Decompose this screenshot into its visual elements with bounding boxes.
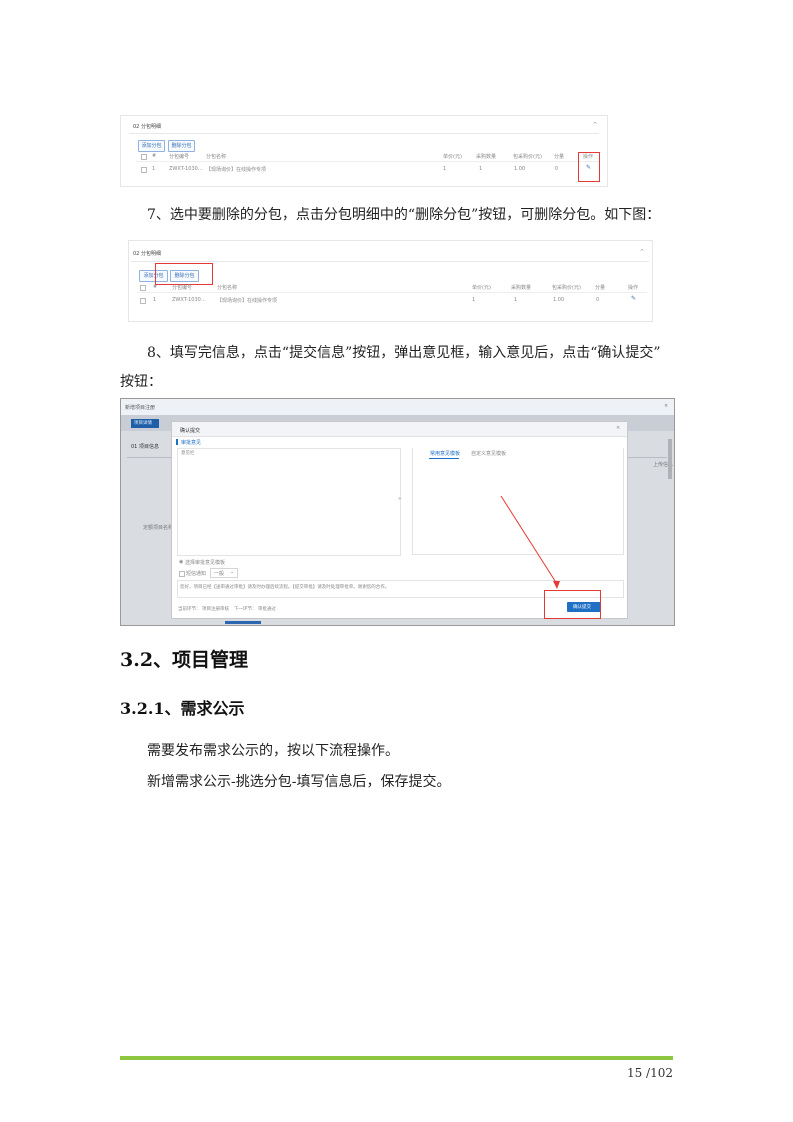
divider	[137, 292, 647, 293]
paragraph-2: 新增需求公示-挑选分包-填写信息后，保存提交。	[147, 774, 451, 790]
table-cell: 1	[152, 166, 156, 172]
column-header: #	[153, 284, 158, 290]
edit-icon[interactable]: ✎	[631, 295, 636, 302]
table-cell: 1	[153, 297, 157, 303]
column-header: 分包编号	[172, 285, 193, 291]
row-checkbox[interactable]	[140, 298, 146, 304]
column-header: 包采购价(元)	[552, 285, 581, 291]
page-number: 15 /102	[626, 1066, 673, 1080]
section-title: 02 分包明细	[133, 124, 161, 130]
table-cell: 1.00	[514, 166, 526, 172]
table-cell: 0	[596, 297, 600, 303]
table-cell: 【现场询价】在线操作专项	[217, 298, 278, 304]
step-8-text-line2: 按钮：	[120, 374, 162, 390]
table-cell: 1	[479, 166, 483, 172]
section-title: 02 分包明细	[133, 251, 161, 257]
column-header: 单价(元)	[472, 285, 491, 291]
highlight-delete	[155, 263, 213, 285]
step-7-text: 7、选中要删除的分包，点击分包明细中的“删除分包”按钮，可删除分包。如下图：	[147, 207, 661, 223]
table-cell: 1	[514, 297, 518, 303]
select-all-checkbox[interactable]	[141, 154, 147, 160]
column-header: 分量	[595, 285, 606, 291]
column-header: 分包名称	[206, 154, 227, 160]
table-cell: ZWXT-1030…	[172, 297, 206, 303]
highlight-confirm	[544, 590, 601, 619]
table-cell: 【现场询价】在线操作专项	[206, 167, 267, 173]
column-header: 单价(元)	[443, 154, 462, 160]
table-cell: 1.00	[553, 297, 565, 303]
select-all-checkbox[interactable]	[140, 285, 146, 291]
table-cell: ZWXT-1030…	[169, 166, 203, 172]
column-header: 包采购价(元)	[513, 154, 542, 160]
screenshot-package-detail-edit: 02 分包明细 ^ 添加分包 删除分包 # 分包编号 分包名称 单价(元) 采购…	[120, 115, 608, 187]
column-header: 采购数量	[511, 285, 532, 291]
column-header: 分包名称	[217, 285, 238, 291]
footer-rule	[120, 1056, 673, 1060]
divider	[136, 161, 599, 162]
add-package-button[interactable]: 添加分包	[138, 140, 165, 152]
screenshot-submit-dialog: 新增项目注册 × 项目详情 01 项目信息 定额项目名称 上传信息 确认提交 ×…	[120, 398, 675, 626]
heading-3-2-1: 3.2.1、需求公示	[120, 699, 245, 718]
paragraph-1: 需要发布需求公示的，按以下流程操作。	[147, 743, 399, 759]
delete-package-button[interactable]: 删除分包	[168, 140, 195, 152]
column-header: 分量	[554, 154, 565, 160]
column-header: 分包编号	[169, 154, 190, 160]
divider	[129, 133, 599, 134]
screenshot-delete-package: 02 分包明细 ^ 添加分包 删除分包 # 分包编号 分包名称 单价(元) 采购…	[128, 240, 653, 322]
column-header: 采购数量	[476, 154, 497, 160]
column-header: #	[152, 153, 157, 159]
table-cell: 1	[443, 166, 447, 172]
step-8-text-line1: 8、填写完信息，点击“提交信息”按钮，弹出意见框，输入意见后，点击“确认提交”	[147, 345, 661, 361]
divider	[131, 261, 649, 262]
highlight-edit	[578, 152, 600, 182]
table-cell: 0	[555, 166, 559, 172]
column-header: 操作	[628, 285, 639, 291]
row-checkbox[interactable]	[141, 167, 147, 173]
collapse-icon[interactable]: ^	[640, 249, 644, 255]
table-cell: 1	[472, 297, 476, 303]
heading-3-2: 3.2、项目管理	[120, 649, 249, 671]
collapse-icon[interactable]: ^	[593, 122, 597, 128]
